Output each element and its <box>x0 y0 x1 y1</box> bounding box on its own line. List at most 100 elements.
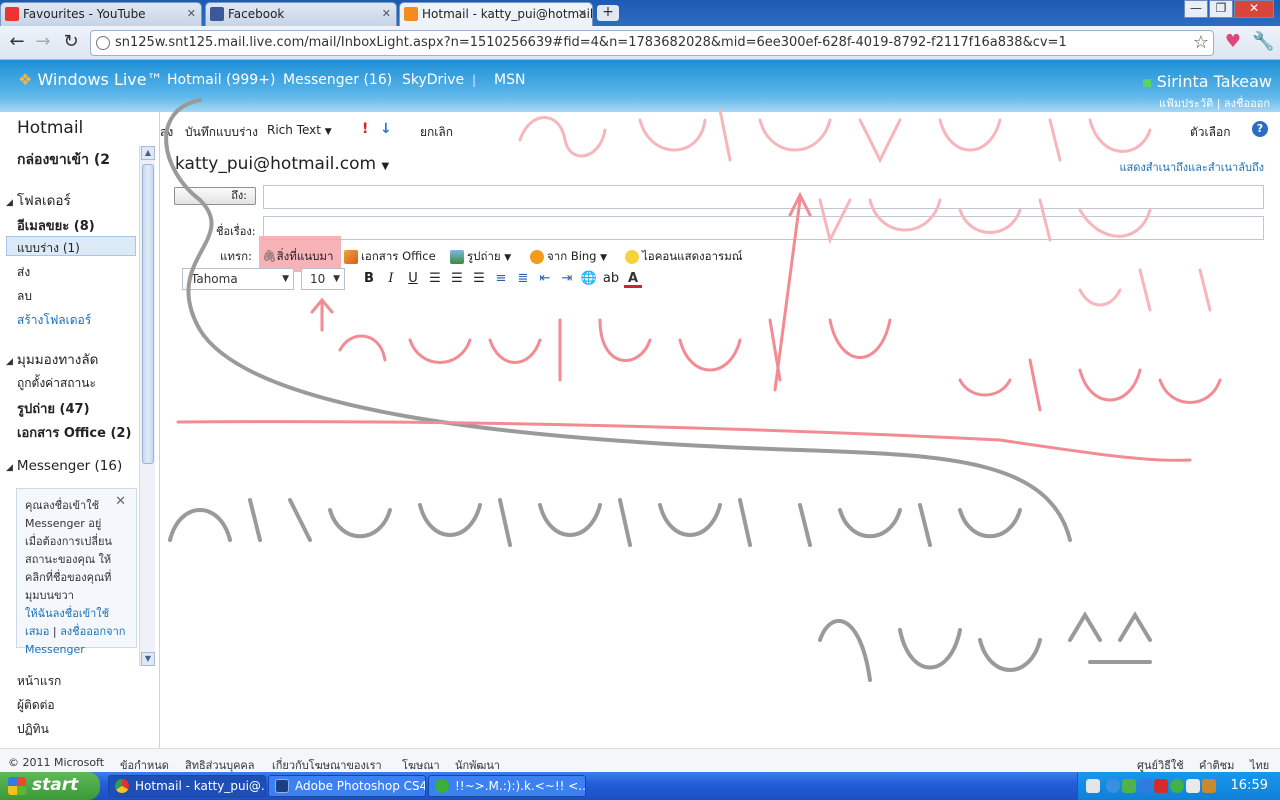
tab-youtube[interactable]: Favourites - YouTube ✕ <box>0 2 202 26</box>
taskbar-item-chrome[interactable]: Hotmail - katty_pui@... <box>108 775 266 797</box>
back-button[interactable]: ← <box>6 31 28 53</box>
save-draft-button[interactable]: บันทึกแบบร่าง <box>185 123 258 142</box>
taskbar-item-messenger-chat[interactable]: !!~>.M.:):).k.<~!! <... <box>428 775 586 797</box>
rich-text-dropdown[interactable]: Rich Text ▼ <box>267 123 332 137</box>
insert-from-bing-button[interactable]: จาก Bing ▼ <box>530 248 607 266</box>
font-select[interactable]: Tahoma ▼ <box>182 268 294 290</box>
wrench-menu-icon[interactable]: 🔧 <box>1252 31 1274 53</box>
low-importance-icon[interactable]: ↓ <box>380 121 392 137</box>
security-icon[interactable] <box>1202 779 1216 793</box>
close-icon[interactable]: ✕ <box>115 493 126 511</box>
underline-button[interactable]: U <box>404 270 422 288</box>
language-icon[interactable] <box>1086 779 1100 793</box>
numbered-list-icon[interactable]: ≡ <box>492 270 510 288</box>
outdent-icon[interactable]: ⇤ <box>536 270 554 288</box>
cancel-button[interactable]: ยกเลิก <box>420 123 453 142</box>
chevron-down-icon: ▼ <box>282 274 289 284</box>
insert-emoticon-button[interactable]: ไอคอนแสดงอารมณ์ <box>625 248 742 266</box>
insert-link-icon[interactable]: 🌐 <box>580 270 598 288</box>
messenger-tray-icon[interactable] <box>1122 779 1136 793</box>
bullet-list-icon[interactable]: ≣ <box>514 270 532 288</box>
bookmark-star-icon[interactable]: ☆ <box>1193 31 1209 55</box>
close-icon[interactable]: ✕ <box>578 3 587 25</box>
sidebar-item-sent[interactable]: ส่ง <box>17 263 30 282</box>
scroll-up-icon[interactable]: ▲ <box>141 146 155 160</box>
sidebar-item-drafts[interactable]: แบบร่าง (1) <box>17 239 80 258</box>
insert-photo-button[interactable]: รูปถ่าย ▼ <box>450 248 511 266</box>
align-left-icon[interactable]: ☰ <box>426 270 444 288</box>
chevron-down-icon: ▼ <box>324 127 332 137</box>
sidebar-item-deleted[interactable]: ลบ <box>17 287 32 306</box>
sidebar-item-inbox[interactable]: กล่องขาเข้า (2 <box>17 149 110 171</box>
sidebar: Hotmail กล่องขาเข้า (2 ◢ โฟลเดอร์ อีเมลขย… <box>0 112 160 748</box>
align-center-icon[interactable]: ☰ <box>448 270 466 288</box>
heart-extension-icon[interactable]: ♥ <box>1222 31 1244 53</box>
options-button[interactable]: ตัวเลือก <box>1190 123 1230 142</box>
update-icon[interactable] <box>1170 779 1184 793</box>
sidebar-item-photos[interactable]: รูปถ่าย (47) <box>17 398 90 419</box>
folders-heading[interactable]: ◢ โฟลเดอร์ <box>6 189 71 211</box>
maximize-button[interactable]: ❐ <box>1209 0 1233 18</box>
bold-button[interactable]: B <box>360 270 378 288</box>
to-field[interactable] <box>263 185 1264 209</box>
insert-office-doc-button[interactable]: เอกสาร Office <box>344 248 436 266</box>
italic-button[interactable]: I <box>382 270 400 288</box>
new-tab-button[interactable]: + <box>597 5 619 21</box>
signout-link[interactable]: ลงชื่อออก <box>1224 97 1270 110</box>
insert-attachment-button[interactable]: 🖇สิ่งที่แนบมา <box>262 248 333 266</box>
bluetooth-icon[interactable] <box>1138 779 1152 793</box>
sidebar-link-contacts[interactable]: ผู้ติดต่อ <box>17 696 55 715</box>
close-window-button[interactable]: ✕ <box>1234 0 1274 18</box>
font-size-select[interactable]: 10 ▼ <box>301 268 345 290</box>
minimize-button[interactable]: — <box>1184 0 1208 18</box>
user-name[interactable]: Sirinta Takeaw <box>1142 72 1272 91</box>
address-bar[interactable]: sn125w.snt125.mail.live.com/mail/InboxLi… <box>90 30 1214 56</box>
compose-toolbar: ส่ง บันทึกแบบร่าง Rich Text ▼ ! ↓ ยกเลิก… <box>160 115 1280 145</box>
close-icon[interactable]: ✕ <box>187 3 196 25</box>
to-button[interactable]: ถึง: <box>174 187 256 205</box>
close-icon[interactable]: ✕ <box>382 3 391 25</box>
send-button[interactable]: ส่ง <box>160 123 173 142</box>
scrollbar-thumb[interactable] <box>142 164 154 464</box>
messenger-heading[interactable]: ◢ Messenger (16) <box>6 458 122 474</box>
highlight-icon[interactable]: ab <box>602 270 620 288</box>
start-button[interactable]: start <box>0 772 100 800</box>
align-right-icon[interactable]: ☰ <box>470 270 488 288</box>
sidebar-item-office-docs[interactable]: เอกสาร Office (2) <box>17 422 131 443</box>
sidebar-title[interactable]: Hotmail <box>17 118 83 138</box>
taskbar-item-photoshop[interactable]: Adobe Photoshop CS4 <box>268 775 426 797</box>
windows-live-logo[interactable]: ❖ Windows Live™ <box>18 70 163 89</box>
nav-skydrive[interactable]: SkyDrive <box>402 72 464 88</box>
subject-field[interactable] <box>263 216 1264 240</box>
sidebar-item-flagged[interactable]: ถูกตั้งค่าสถานะ <box>17 374 96 393</box>
office-icon <box>344 249 358 264</box>
system-clock[interactable]: 16:59 <box>1231 778 1268 793</box>
collapse-triangle-icon: ◢ <box>6 463 13 473</box>
font-color-icon[interactable]: A <box>624 270 642 288</box>
profile-link[interactable]: แฟ้มประวัติ <box>1159 97 1213 110</box>
from-address[interactable]: katty_pui@hotmail.com ▼ <box>175 154 389 174</box>
photoshop-icon <box>275 779 289 793</box>
nav-messenger[interactable]: Messenger (16) <box>283 72 392 88</box>
sidebar-item-junk[interactable]: อีเมลขยะ (8) <box>17 215 95 236</box>
high-importance-icon[interactable]: ! <box>362 121 368 137</box>
forward-button[interactable]: → <box>32 31 54 53</box>
tab-facebook[interactable]: Facebook ✕ <box>205 2 397 26</box>
help-icon[interactable]: ? <box>1252 121 1268 137</box>
sidebar-link-calendar[interactable]: ปฏิทิน <box>17 720 49 739</box>
nav-hotmail[interactable]: Hotmail (999+) <box>167 72 275 88</box>
volume-icon[interactable] <box>1186 779 1200 793</box>
scroll-down-icon[interactable]: ▼ <box>141 652 155 666</box>
network-icon[interactable] <box>1106 779 1120 793</box>
show-cc-bcc-link[interactable]: แสดงสำเนาถึงและสำเนาลับถึง <box>1119 158 1264 176</box>
antivirus-icon[interactable] <box>1154 779 1168 793</box>
sidebar-link-home[interactable]: หน้าแรก <box>17 672 61 691</box>
quickviews-heading[interactable]: ◢ มุมมองทางลัด <box>6 348 98 370</box>
indent-icon[interactable]: ⇥ <box>558 270 576 288</box>
browser-toolbar: ← → ↻ sn125w.snt125.mail.live.com/mail/I… <box>0 26 1280 60</box>
reload-button[interactable]: ↻ <box>60 31 82 53</box>
create-folder-link[interactable]: สร้างโฟลเดอร์ <box>17 311 91 330</box>
sidebar-scrollbar[interactable]: ▲ ▼ <box>139 146 155 666</box>
nav-msn[interactable]: MSN <box>494 72 525 88</box>
tab-hotmail[interactable]: Hotmail - katty_pui@hotmail.c ✕ <box>399 2 593 26</box>
